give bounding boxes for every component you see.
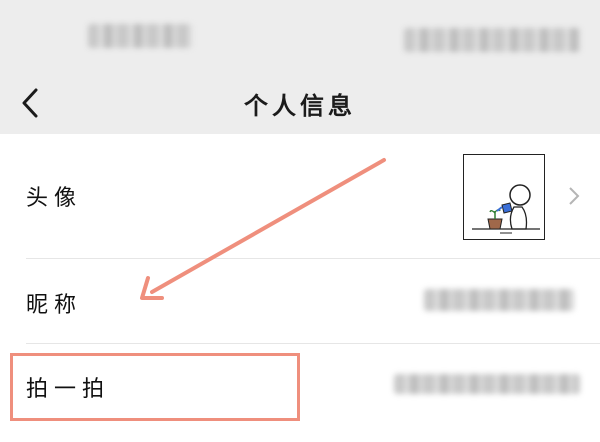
page-title: 个人信息	[244, 92, 356, 120]
avatar	[463, 154, 545, 240]
nav-bar: 个人信息	[0, 72, 600, 134]
list-item-nickname[interactable]: 昵称	[0, 259, 600, 343]
redacted-status-right	[404, 28, 580, 52]
list-item-pat[interactable]: 拍一拍	[0, 344, 600, 428]
redacted-pat-value	[394, 374, 580, 394]
profile-info-list: 头像 昵称 拍一拍	[0, 134, 600, 442]
row-label-pat: 拍一拍	[26, 377, 111, 402]
row-label-avatar: 头像	[26, 186, 83, 211]
chevron-right-icon	[569, 187, 580, 205]
redacted-status-left	[88, 24, 192, 48]
status-bar	[0, 0, 600, 72]
redacted-nickname-value	[424, 289, 574, 311]
list-item-avatar[interactable]: 头像	[0, 134, 600, 258]
row-label-nickname: 昵称	[26, 293, 83, 318]
